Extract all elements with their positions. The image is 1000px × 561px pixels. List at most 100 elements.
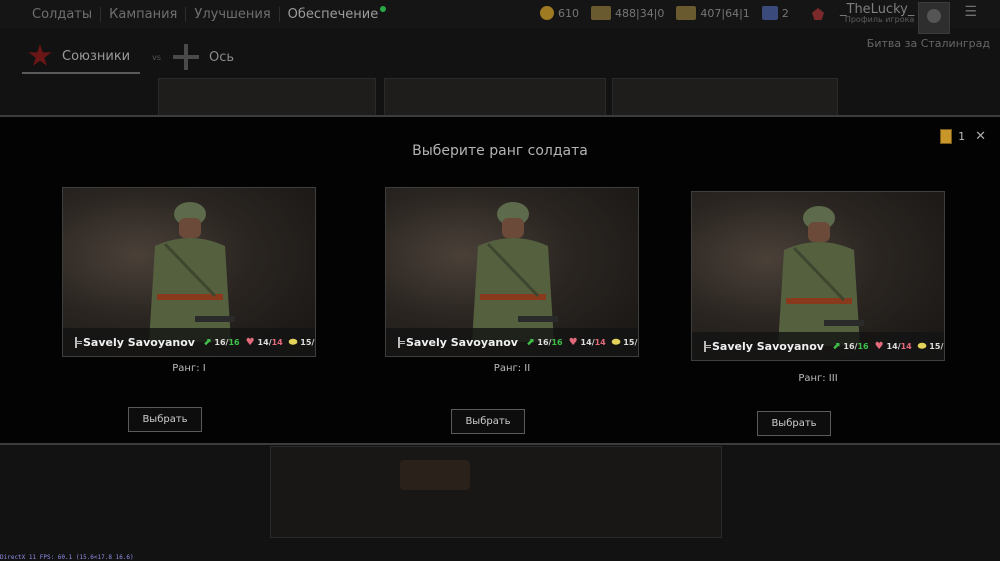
ticket-amount-3: 2: [781, 6, 789, 20]
stat-ammo: ⬬15/15: [611, 336, 638, 348]
iron-cross-icon: [173, 44, 200, 70]
soldier-portrait[interactable]: Savely Savoyanov ⬈16/16 ♥14/14 ⬬15/15: [691, 191, 945, 361]
faction-tabs: Союзники vs Ось: [22, 40, 234, 74]
stat-value: 16: [537, 337, 549, 347]
gold-coin-icon: [540, 6, 554, 20]
stat-max: 15: [314, 338, 315, 347]
soldier-card-icon: [940, 129, 953, 144]
stat-max: 15: [943, 342, 944, 351]
ticket-currency-1[interactable]: 488|34|0: [591, 6, 664, 20]
ammo-icon: ⬬: [917, 340, 927, 352]
ticket-currency-2[interactable]: 407|64|1: [676, 6, 750, 20]
stat-max: 16: [551, 337, 563, 347]
stat-value: 16: [843, 341, 855, 351]
currency-bar: 610 488|34|0 407|64|1 2: [540, 6, 801, 20]
nav-supply-label: Обеспечение: [287, 6, 379, 22]
soldier-portrait[interactable]: Savely Savoyanov ⬈16/16 ♥14/14 ⬬15/15: [385, 187, 639, 357]
soldier-name: Savely Savoyanov: [406, 335, 518, 349]
background-card: [384, 78, 606, 116]
select-button[interactable]: Выбрать: [757, 411, 831, 436]
rank-label: Ранг: II: [493, 363, 531, 374]
tab-allies[interactable]: Союзники: [22, 40, 141, 74]
soldier-figure-icon: [149, 202, 235, 342]
soldier-name: Savely Savoyanov: [83, 335, 195, 349]
stat-max: 14: [271, 337, 283, 347]
heart-icon: ♥: [568, 336, 578, 348]
select-button[interactable]: Выбрать: [128, 407, 202, 432]
stat-value: 15: [929, 341, 941, 351]
stat-max: 15: [637, 338, 638, 347]
ticket-currency-3[interactable]: 2: [761, 6, 789, 20]
tab-allies-label: Союзники: [62, 48, 131, 64]
background-item-panel: [270, 446, 722, 538]
stat-max: 14: [594, 337, 606, 347]
vs-label: vs: [152, 52, 162, 62]
player-rank-icon: [812, 8, 824, 20]
tab-axis[interactable]: Ось: [173, 40, 234, 74]
heart-icon: ♥: [245, 336, 255, 348]
heart-icon: ♥: [874, 340, 884, 352]
main-nav: Солдаты Кампания Улучшения Обеспечение: [24, 4, 387, 24]
profile-subtitle: Профиль игрока: [844, 15, 915, 24]
stat-max: 16: [857, 341, 869, 351]
stat-value: 15: [300, 337, 312, 347]
stat-experience: ⬈ 16/16: [525, 336, 563, 348]
background-card: [158, 78, 376, 116]
chevron-up-icon: ⬈: [202, 336, 212, 348]
stat-value: 15: [623, 337, 635, 347]
modal-toolbar: 1 ✕: [940, 129, 986, 144]
nav-soldiers[interactable]: Солдаты: [24, 6, 102, 22]
stat-experience: ⬈ 16/16: [831, 340, 869, 352]
stat-ammo: ⬬15/15: [917, 340, 944, 352]
stat-value: 14: [886, 341, 898, 351]
soldier-info-bar: Savely Savoyanov ⬈16/16 ♥14/14 ⬬15/15: [386, 328, 638, 356]
nav-supply[interactable]: Обеспечение: [280, 5, 387, 22]
background-card: [612, 78, 838, 116]
gold-currency[interactable]: 610: [540, 6, 579, 20]
chevron-up-icon: ⬈: [831, 340, 841, 352]
card-ticket-icon: [761, 6, 778, 20]
stat-value: 14: [580, 337, 592, 347]
hamburger-menu-icon[interactable]: ☰: [964, 4, 977, 20]
rank-label: Ранг: I: [172, 363, 206, 374]
avatar[interactable]: [918, 2, 951, 34]
ticket-amount-1: 488|34|0: [615, 6, 665, 20]
modal-title: Выберите ранг солдата: [412, 143, 588, 159]
profile-text: _TheLucky_ Профиль игрока: [840, 2, 914, 24]
card-count: 1: [958, 130, 966, 143]
soldier-figure-icon: [472, 202, 558, 342]
debug-fps-readout: DirectX 11 FPS: 60.1 (15.6<17.8 16.6): [0, 554, 134, 561]
ticket-icon: [591, 6, 611, 20]
list-icon: [398, 336, 405, 348]
soldier-info-bar: Savely Savoyanov ⬈16/16 ♥14/14 ⬬15/15: [63, 328, 315, 356]
soldier-portrait[interactable]: Savely Savoyanov ⬈16/16 ♥14/14 ⬬15/15: [62, 187, 316, 357]
notification-dot-icon: [380, 5, 387, 12]
ammo-icon: ⬬: [611, 336, 621, 348]
list-icon: [704, 340, 711, 352]
select-button[interactable]: Выбрать: [451, 409, 525, 434]
top-bar: Солдаты Кампания Улучшения Обеспечение 6…: [0, 0, 1000, 34]
pistol-icon: [400, 460, 470, 490]
stat-health: ♥ 14/14: [245, 336, 283, 348]
nav-upgrades[interactable]: Улучшения: [186, 6, 280, 22]
soldier-info-bar: Savely Savoyanov ⬈16/16 ♥14/14 ⬬15/15: [692, 332, 944, 360]
list-icon: [75, 336, 82, 348]
battle-name: Битва за Сталинград: [866, 37, 990, 50]
chevron-up-icon: ⬈: [525, 336, 535, 348]
gold-amount: 610: [558, 6, 579, 20]
close-button[interactable]: ✕: [975, 129, 986, 144]
rank-select-modal: Выберите ранг солдата 1 ✕ Savely Savoyan…: [0, 115, 1000, 445]
player-profile[interactable]: _TheLucky_ Профиль игрока ☰: [812, 2, 977, 34]
tab-axis-label: Ось: [209, 49, 235, 65]
stat-ammo: ⬬15/15: [288, 336, 315, 348]
stat-value: 14: [257, 337, 269, 347]
ticket-amount-2: 407|64|1: [700, 6, 750, 20]
stat-max: 16: [228, 337, 240, 347]
stat-health: ♥ 14/14: [568, 336, 606, 348]
ammo-icon: ⬬: [288, 336, 298, 348]
soldier-name: Savely Savoyanov: [712, 339, 824, 353]
stat-health: ♥ 14/14: [874, 340, 912, 352]
stat-max: 14: [900, 341, 912, 351]
nav-campaign[interactable]: Кампания: [101, 6, 187, 22]
soldier-figure-icon: [778, 206, 864, 346]
